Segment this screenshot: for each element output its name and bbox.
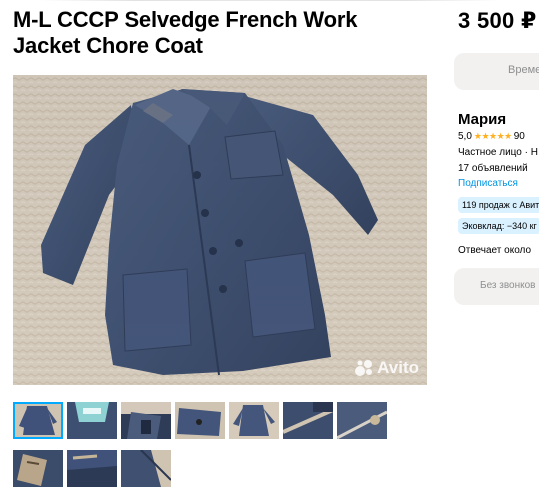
top-divider [0, 0, 539, 5]
thumbnail-10[interactable] [121, 450, 171, 487]
avito-watermark: Avito [354, 358, 419, 378]
watermark-text: Avito [377, 358, 419, 377]
rating-stars-icon: ★★★★★ [473, 131, 512, 141]
sales-badge: 119 продаж с Авито [458, 197, 539, 213]
show-time-button[interactable]: Време [454, 53, 539, 90]
thumbnail-2[interactable] [67, 402, 117, 439]
thumbnail-8[interactable] [13, 450, 63, 487]
thumbnail-9[interactable] [67, 450, 117, 487]
thumbnail-6[interactable] [283, 402, 333, 439]
main-photo[interactable]: Avito [13, 75, 427, 385]
thumbnail-7[interactable] [337, 402, 387, 439]
rating-value: 5,0 [458, 131, 472, 142]
thumbnail-4[interactable] [175, 402, 225, 439]
seller-type: Частное лицо · Н [458, 147, 538, 158]
avito-logo-icon [355, 360, 373, 376]
jacket-photo-image [13, 75, 427, 385]
seller-panel: Мария 5,0 ★★★★★ 90 Частное лицо · Н 17 о… [458, 111, 539, 256]
seller-name[interactable]: Мария [458, 111, 539, 128]
subscribe-link[interactable]: Подписаться [458, 178, 539, 189]
response-time: Отвечает около [458, 245, 532, 256]
listing-title: M-L СССР Selvedge French Work Jacket Cho… [13, 7, 358, 58]
thumbnail-3[interactable] [121, 402, 171, 439]
reviews-count[interactable]: 90 [514, 131, 525, 142]
no-calls-button[interactable]: Без звонков [454, 268, 539, 305]
eco-badge: Эковклад: −340 кг [458, 218, 539, 234]
seller-listings[interactable]: 17 объявлений [458, 163, 539, 174]
thumbnail-5[interactable] [229, 402, 279, 439]
listing-price: 3 500 ₽ [458, 8, 537, 33]
seller-rating: 5,0 ★★★★★ 90 [458, 131, 539, 142]
thumbnail-1[interactable] [13, 402, 63, 439]
